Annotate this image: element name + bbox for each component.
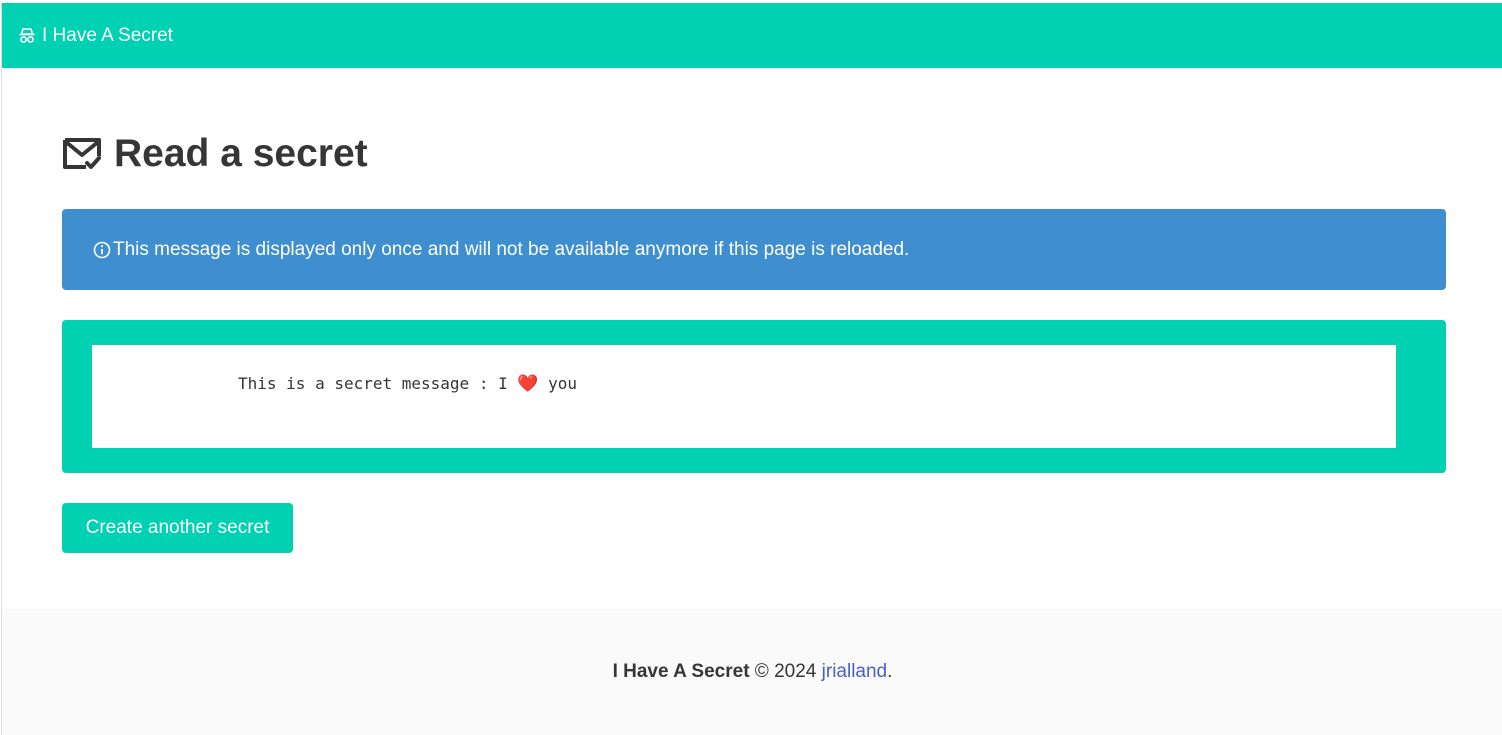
- create-another-secret-button[interactable]: Create another secret: [62, 503, 293, 553]
- secret-text-after: you: [538, 374, 578, 393]
- brand-label: I Have A Secret: [42, 24, 173, 46]
- footer-copyright: © 2024: [749, 661, 822, 682]
- page-title: Read a secret: [62, 132, 368, 176]
- navbar: I Have A Secret: [2, 3, 1502, 68]
- app-frame: I Have A Secret Read a secret This messa…: [1, 3, 1502, 735]
- footer-text: I Have A Secret © 2024 jrialland.: [613, 661, 893, 683]
- notice-text: This message is displayed only once and …: [113, 238, 910, 260]
- secret-box: This is a secret message : I ❤️ you: [62, 320, 1446, 473]
- secret-message: This is a secret message : I ❤️ you: [92, 345, 1396, 448]
- envelope-check-icon: [62, 136, 102, 172]
- footer: I Have A Secret © 2024 jrialland.: [2, 609, 1502, 735]
- footer-brand: I Have A Secret: [612, 661, 750, 682]
- user-secret-icon: [18, 27, 36, 45]
- heart-emoji-icon: ❤️: [517, 374, 539, 394]
- secret-text-before: This is a secret message : I: [238, 374, 518, 393]
- footer-author-link[interactable]: jrialland: [822, 661, 887, 682]
- info-circle-icon: [93, 241, 111, 259]
- footer-trailing: .: [887, 661, 893, 682]
- info-notice: This message is displayed only once and …: [62, 209, 1446, 290]
- page-title-text: Read a secret: [114, 132, 368, 175]
- brand-link[interactable]: I Have A Secret: [18, 25, 173, 47]
